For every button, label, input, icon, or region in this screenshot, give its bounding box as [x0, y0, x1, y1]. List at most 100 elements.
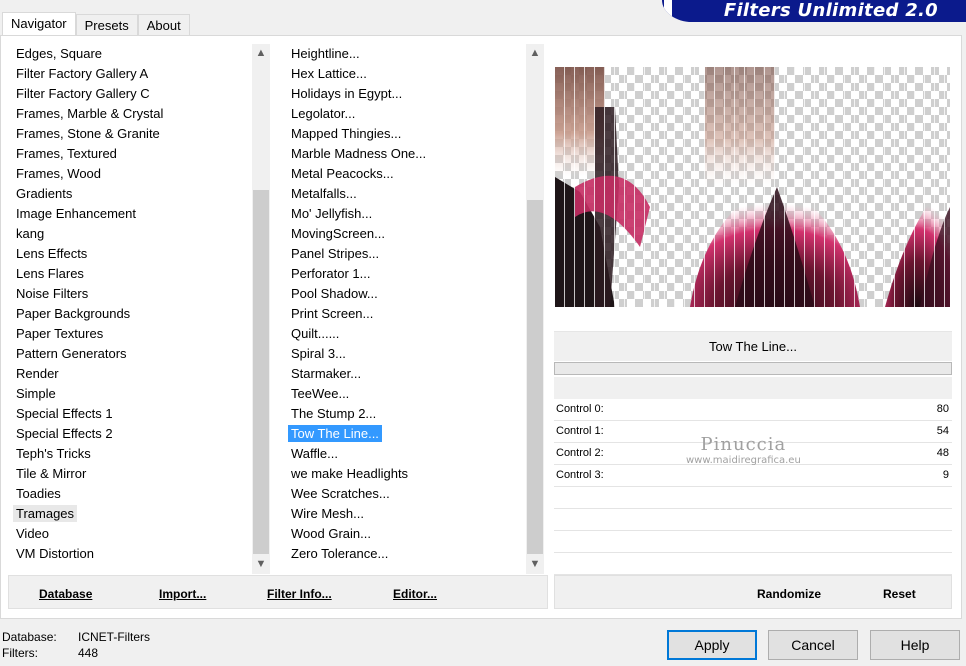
database-button[interactable]: Database	[39, 587, 92, 601]
category-item[interactable]: Video	[8, 524, 250, 544]
category-item[interactable]: Simple	[8, 384, 250, 404]
filter-item-label: Mo' Jellyfish...	[291, 206, 373, 221]
filter-item[interactable]: Wee Scratches...	[283, 484, 523, 504]
control-row-empty	[554, 531, 952, 553]
filter-item[interactable]: Waffle...	[283, 444, 523, 464]
randomize-button[interactable]: Randomize	[757, 587, 821, 601]
category-item[interactable]: Noise Filters	[8, 284, 250, 304]
filter-item[interactable]: Starmaker...	[283, 364, 523, 384]
scroll-up-icon[interactable]: ▲	[526, 44, 544, 62]
filter-item[interactable]: Pool Shadow...	[283, 284, 523, 304]
control-row[interactable]: Control 0: 80	[554, 399, 952, 421]
apply-button[interactable]: Apply	[667, 630, 757, 660]
control-row[interactable]: Control 3: 9	[554, 465, 952, 487]
category-item[interactable]: Filter Factory Gallery C	[8, 84, 250, 104]
category-item-label: Paper Textures	[16, 326, 104, 341]
category-item[interactable]: Lens Effects	[8, 244, 250, 264]
scroll-thumb[interactable]	[527, 200, 543, 554]
controls-header	[554, 377, 952, 399]
filter-item[interactable]: Mapped Thingies...	[283, 124, 523, 144]
filter-item[interactable]: we make Headlights	[283, 464, 523, 484]
control-value[interactable]: 9	[943, 469, 949, 481]
filter-item[interactable]: Tow The Line...	[283, 424, 523, 444]
filter-item[interactable]: Wood Grain...	[283, 524, 523, 544]
status-database-value: ICNET-Filters	[78, 630, 150, 644]
category-item[interactable]: Image Enhancement	[8, 204, 250, 224]
filter-item[interactable]: Mo' Jellyfish...	[283, 204, 523, 224]
category-item-label: Gradients	[16, 186, 73, 201]
category-item-label: Lens Flares	[16, 266, 84, 281]
category-item[interactable]: Gradients	[8, 184, 250, 204]
filter-item-label: Holidays in Egypt...	[291, 86, 403, 101]
filter-item[interactable]: Metalfalls...	[283, 184, 523, 204]
filter-item-label: The Stump 2...	[291, 406, 377, 421]
import-button[interactable]: Import...	[159, 587, 206, 601]
category-item[interactable]: Teph's Tricks	[8, 444, 250, 464]
control-label: Control 0:	[556, 403, 604, 415]
filter-item[interactable]: Perforator 1...	[283, 264, 523, 284]
filter-item[interactable]: Panel Stripes...	[283, 244, 523, 264]
cancel-button[interactable]: Cancel	[768, 630, 858, 660]
category-item[interactable]: kang	[8, 224, 250, 244]
filter-item[interactable]: Wire Mesh...	[283, 504, 523, 524]
filter-item[interactable]: Holidays in Egypt...	[283, 84, 523, 104]
category-item[interactable]: Tile & Mirror	[8, 464, 250, 484]
category-item[interactable]: Filter Factory Gallery A	[8, 64, 250, 84]
filter-item[interactable]: MovingScreen...	[283, 224, 523, 244]
control-row-empty	[554, 487, 952, 509]
progress-bar	[554, 362, 952, 375]
tab-presets[interactable]: Presets	[75, 14, 138, 36]
filter-scrollbar[interactable]: ▲ ▼	[526, 44, 544, 574]
filter-item[interactable]: Hex Lattice...	[283, 64, 523, 84]
scroll-down-icon[interactable]: ▼	[526, 555, 544, 573]
category-item[interactable]: Render	[8, 364, 250, 384]
control-label: Control 1:	[556, 425, 604, 437]
filter-item-label: Metalfalls...	[291, 186, 357, 201]
filter-item[interactable]: Zero Tolerance...	[283, 544, 523, 564]
filter-item[interactable]: Spiral 3...	[283, 344, 523, 364]
help-button[interactable]: Help	[870, 630, 960, 660]
control-value[interactable]: 54	[937, 425, 949, 437]
editor-button[interactable]: Editor...	[393, 587, 437, 601]
category-item[interactable]: Frames, Stone & Granite	[8, 124, 250, 144]
tab-about[interactable]: About	[137, 14, 190, 36]
category-item[interactable]: Edges, Square	[8, 44, 250, 64]
category-item-label: Lens Effects	[16, 246, 88, 261]
category-item[interactable]: Special Effects 1	[8, 404, 250, 424]
filter-info-button[interactable]: Filter Info...	[267, 587, 332, 601]
tab-navigator[interactable]: Navigator	[2, 12, 76, 36]
filter-list[interactable]: Heightline... Hex Lattice... Holidays in E…	[283, 44, 523, 574]
filter-item[interactable]: Marble Madness One...	[283, 144, 523, 164]
control-row-empty	[554, 553, 952, 575]
status-database-label: Database:	[2, 630, 57, 644]
scroll-down-icon[interactable]: ▼	[252, 555, 270, 573]
scroll-up-icon[interactable]: ▲	[252, 44, 270, 62]
filter-item[interactable]: TeeWee...	[283, 384, 523, 404]
control-button-bar: Randomize Reset	[554, 575, 952, 609]
filter-item-label: Hex Lattice...	[291, 66, 367, 81]
control-value[interactable]: 80	[937, 403, 949, 415]
filter-item[interactable]: Legolator...	[283, 104, 523, 124]
category-item[interactable]: Toadies	[8, 484, 250, 504]
filter-item[interactable]: Heightline...	[283, 44, 523, 64]
category-item[interactable]: Paper Backgrounds	[8, 304, 250, 324]
reset-button[interactable]: Reset	[883, 587, 916, 601]
category-item[interactable]: Frames, Textured	[8, 144, 250, 164]
filter-item[interactable]: Print Screen...	[283, 304, 523, 324]
scroll-thumb[interactable]	[253, 190, 269, 554]
category-item[interactable]: Pattern Generators	[8, 344, 250, 364]
category-list[interactable]: Edges, Square Filter Factory Gallery A Fil…	[8, 44, 250, 574]
category-item[interactable]: Lens Flares	[8, 264, 250, 284]
category-item[interactable]: Special Effects 2	[8, 424, 250, 444]
filter-item[interactable]: The Stump 2...	[283, 404, 523, 424]
filter-item[interactable]: Metal Peacocks...	[283, 164, 523, 184]
category-item[interactable]: Paper Textures	[8, 324, 250, 344]
control-value[interactable]: 48	[937, 447, 949, 459]
category-item[interactable]: Frames, Wood	[8, 164, 250, 184]
category-item[interactable]: Tramages	[8, 504, 250, 524]
preview-stripe-overlay	[555, 67, 950, 307]
category-item[interactable]: Frames, Marble & Crystal	[8, 104, 250, 124]
category-scrollbar[interactable]: ▲ ▼	[252, 44, 270, 574]
category-item[interactable]: VM Distortion	[8, 544, 250, 564]
filter-item[interactable]: Quilt......	[283, 324, 523, 344]
